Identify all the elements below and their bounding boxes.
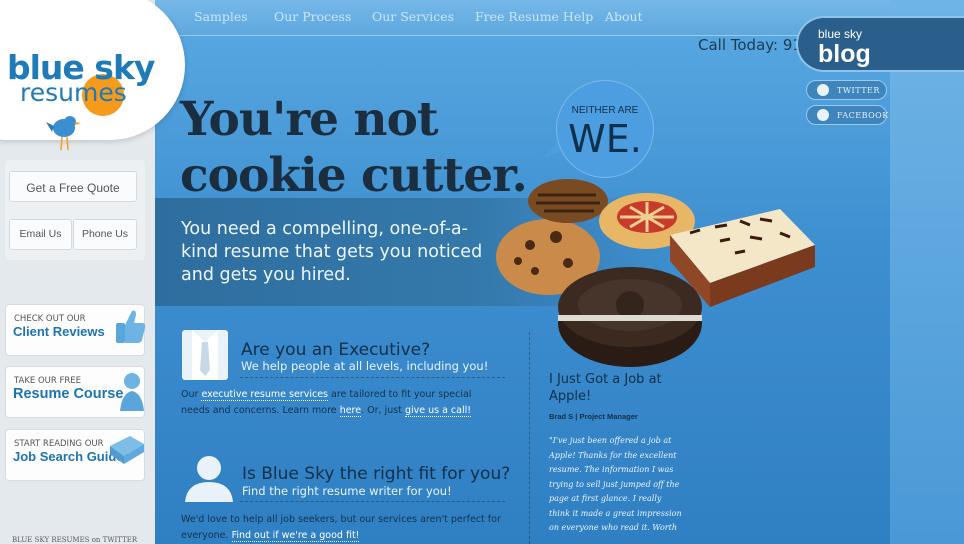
call-today-text: Call Today: 914: [698, 36, 812, 54]
blog-link[interactable]: blue sky blog: [796, 16, 964, 72]
fit-paragraph: We'd love to help all job seekers, but o…: [181, 512, 501, 544]
executive-text-a: Our: [181, 389, 202, 400]
email-us-label: Email Us: [19, 228, 62, 240]
client-reviews-promo[interactable]: CHECK OUT OUR Client Reviews: [5, 304, 146, 356]
facebook-button[interactable]: FACEBOOK: [806, 105, 889, 125]
thumbs-up-icon: [116, 310, 146, 343]
headline-line-1: You're not: [180, 92, 439, 147]
executive-paragraph: Our executive resume services are tailor…: [181, 387, 491, 419]
twitter-icon: [817, 84, 829, 96]
executive-divider: [240, 377, 505, 378]
hero-subtext: You need a compelling, one-of-a-kind res…: [181, 219, 483, 285]
resume-course-title: Resume Course: [13, 386, 124, 402]
executive-services-link[interactable]: executive resume services: [201, 389, 328, 401]
nav-our-process[interactable]: Our Process: [274, 9, 351, 24]
nav-free-resume-help[interactable]: Free Resume Help: [475, 9, 593, 24]
sidebar: blue sky resumes Get a Free Quote Email …: [0, 0, 185, 544]
job-search-guides-small: START READING OUR: [14, 439, 104, 449]
bubble-big-text: WE.: [568, 117, 642, 161]
right-rail: [890, 0, 964, 544]
nav-about[interactable]: About: [605, 9, 643, 24]
phone-us-label: Phone Us: [81, 228, 129, 240]
blog-big-label: blog: [818, 40, 871, 68]
neither-are-we-bubble: NEITHER ARE WE.: [556, 80, 654, 178]
hero-headline: You're not cookie cutter.: [180, 92, 528, 204]
fit-subheading: Find the right resume writer for you!: [242, 484, 452, 498]
executive-text-c: . Or, just: [361, 405, 405, 416]
blog-small-label: blue sky: [818, 27, 863, 41]
facebook-icon: [817, 109, 829, 121]
page: Samples Our Process Our Services Free Re…: [0, 0, 964, 544]
testimonial-quote: "I've just been offered a job at Apple! …: [549, 436, 682, 532]
email-us-button[interactable]: Email Us: [9, 219, 72, 250]
good-fit-link[interactable]: Find out if we're a good fit!: [231, 530, 360, 542]
fit-divider: [240, 501, 505, 502]
job-search-guides-promo[interactable]: START READING OUR Job Search Guides: [5, 429, 145, 481]
bird-icon: [46, 116, 81, 151]
bubble-small-text: NEITHER ARE: [571, 105, 639, 116]
headline-line-2: cookie cutter.: [180, 148, 528, 203]
resume-course-promo[interactable]: TAKE OUR FREE Resume Course: [5, 366, 145, 418]
client-reviews-title: Client Reviews: [13, 324, 105, 339]
client-reviews-small: CHECK OUT OUR: [14, 314, 86, 324]
resume-course-small: TAKE OUR FREE: [14, 376, 82, 386]
get-free-quote-label: Get a Free Quote: [26, 181, 120, 195]
testimonial-title: I Just Got a Job at Apple!: [549, 372, 662, 404]
nav-our-services[interactable]: Our Services: [372, 9, 454, 24]
person-icon: [185, 456, 233, 502]
give-us-a-call-link[interactable]: give us a call!: [404, 405, 472, 417]
cookies-image: [496, 179, 815, 367]
top-nav: Samples Our Process Our Services Free Re…: [155, 0, 890, 36]
executive-subheading: We help people at all levels, including …: [241, 359, 489, 373]
logo-text-resumes[interactable]: resumes: [20, 78, 127, 107]
facebook-label: FACEBOOK: [837, 111, 889, 120]
column-divider: [529, 332, 530, 544]
twitter-label: TWITTER: [837, 86, 880, 95]
executive-heading: Are you an Executive?: [241, 340, 431, 360]
phone-us-button[interactable]: Phone Us: [73, 219, 137, 250]
twitter-button[interactable]: TWITTER: [806, 80, 887, 100]
executive-shirt-icon: [182, 330, 228, 380]
graduate-icon: [120, 373, 144, 411]
book-icon: [110, 436, 144, 464]
nav-samples[interactable]: Samples: [194, 9, 248, 24]
testimonial-author: Brad S | Project Manager: [549, 412, 638, 421]
executive-here-link[interactable]: here: [339, 405, 362, 417]
get-free-quote-button[interactable]: Get a Free Quote: [9, 171, 137, 202]
fit-heading: Is Blue Sky the right fit for you?: [242, 464, 511, 484]
twitter-footer-text: BLUE SKY RESUMES on TWITTER: [12, 536, 138, 544]
